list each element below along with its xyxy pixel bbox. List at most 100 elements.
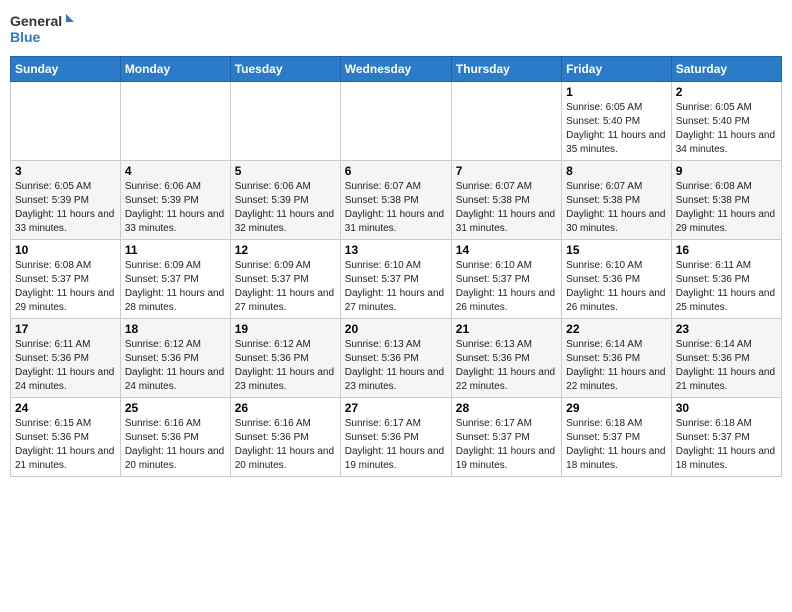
day-info: Sunrise: 6:14 AM Sunset: 5:36 PM Dayligh… <box>676 338 777 394</box>
calendar-cell: 29 Sunrise: 6:18 AM Sunset: 5:37 PM Dayli… <box>562 398 672 477</box>
day-info: Sunrise: 6:16 AM Sunset: 5:36 PM Dayligh… <box>235 417 336 473</box>
calendar-cell: 18Sunrise: 6:12 AM Sunset: 5:36 PM Dayli… <box>120 319 230 398</box>
day-info: Sunrise: 6:09 AM Sunset: 5:37 PM Dayligh… <box>235 259 336 315</box>
calendar-week-row: 24 Sunrise: 6:15 AM Sunset: 5:36 PM Dayli… <box>11 398 782 477</box>
day-number: 6 <box>345 164 447 178</box>
weekday-header: Thursday <box>451 57 561 82</box>
day-number: 3 <box>15 164 116 178</box>
day-info: Sunrise: 6:07 AM Sunset: 5:38 PM Dayligh… <box>566 180 667 236</box>
day-info: Sunrise: 6:09 AM Sunset: 5:37 PM Dayligh… <box>125 259 226 315</box>
day-number: 19 <box>235 322 336 336</box>
day-number: 17 <box>15 322 116 336</box>
day-info: Sunrise: 6:11 AM Sunset: 5:36 PM Dayligh… <box>15 338 116 394</box>
day-number: 5 <box>235 164 336 178</box>
calendar-cell: 11 Sunrise: 6:09 AM Sunset: 5:37 PM Dayli… <box>120 240 230 319</box>
logo-icon: GeneralBlue <box>10 10 80 50</box>
weekday-header: Friday <box>562 57 672 82</box>
day-number: 29 <box>566 401 667 415</box>
day-number: 2 <box>676 85 777 99</box>
calendar-cell: 10 Sunrise: 6:08 AM Sunset: 5:37 PM Dayli… <box>11 240 121 319</box>
calendar-cell: 13 Sunrise: 6:10 AM Sunset: 5:37 PM Dayli… <box>340 240 451 319</box>
day-info: Sunrise: 6:18 AM Sunset: 5:37 PM Dayligh… <box>566 417 667 473</box>
day-info: Sunrise: 6:07 AM Sunset: 5:38 PM Dayligh… <box>456 180 557 236</box>
weekday-header: Wednesday <box>340 57 451 82</box>
logo: GeneralBlue <box>10 10 80 50</box>
day-info: Sunrise: 6:16 AM Sunset: 5:36 PM Dayligh… <box>125 417 226 473</box>
calendar-week-row: 17 Sunrise: 6:11 AM Sunset: 5:36 PM Dayli… <box>11 319 782 398</box>
calendar-cell <box>451 82 561 161</box>
calendar-cell: 1Sunrise: 6:05 AM Sunset: 5:40 PM Daylig… <box>562 82 672 161</box>
weekday-header: Tuesday <box>230 57 340 82</box>
day-info: Sunrise: 6:06 AM Sunset: 5:39 PM Dayligh… <box>125 180 226 236</box>
calendar-cell: 19 Sunrise: 6:12 AM Sunset: 5:36 PM Dayli… <box>230 319 340 398</box>
weekday-header: Sunday <box>11 57 121 82</box>
calendar-cell: 2 Sunrise: 6:05 AM Sunset: 5:40 PM Daylig… <box>671 82 781 161</box>
day-info: Sunrise: 6:18 AM Sunset: 5:37 PM Dayligh… <box>676 417 777 473</box>
day-info: Sunrise: 6:05 AM Sunset: 5:39 PM Dayligh… <box>15 180 116 236</box>
calendar-cell: 5 Sunrise: 6:06 AM Sunset: 5:39 PM Daylig… <box>230 161 340 240</box>
day-number: 8 <box>566 164 667 178</box>
day-number: 28 <box>456 401 557 415</box>
calendar-week-row: 1 Sunrise: 6:05 AM Sunset: 5:40 PM Daylig… <box>11 82 782 161</box>
day-info: Sunrise: 6:07 AM Sunset: 5:38 PM Dayligh… <box>345 180 447 236</box>
calendar-cell: 26 Sunrise: 6:16 AM Sunset: 5:36 PM Dayli… <box>230 398 340 477</box>
calendar-cell: 24 Sunrise: 6:15 AM Sunset: 5:36 PM Dayli… <box>11 398 121 477</box>
day-number: 22 <box>566 322 667 336</box>
day-number: 1 <box>566 85 667 99</box>
calendar-cell: 9 Sunrise: 6:08 AM Sunset: 5:38 PM Daylig… <box>671 161 781 240</box>
day-number: 23 <box>676 322 777 336</box>
day-info: Sunrise: 6:15 AM Sunset: 5:36 PM Dayligh… <box>15 417 116 473</box>
calendar-cell: 25 Sunrise: 6:16 AM Sunset: 5:36 PM Dayli… <box>120 398 230 477</box>
day-number: 18 <box>125 322 226 336</box>
calendar-cell: 27 Sunrise: 6:17 AM Sunset: 5:36 PM Dayli… <box>340 398 451 477</box>
day-info: Sunrise: 6:08 AM Sunset: 5:38 PM Dayligh… <box>676 180 777 236</box>
day-number: 9 <box>676 164 777 178</box>
calendar-cell <box>120 82 230 161</box>
calendar-cell: 6 Sunrise: 6:07 AM Sunset: 5:38 PM Daylig… <box>340 161 451 240</box>
day-number: 4 <box>125 164 226 178</box>
day-number: 12 <box>235 243 336 257</box>
day-info: Sunrise: 6:17 AM Sunset: 5:37 PM Dayligh… <box>456 417 557 473</box>
day-info: Sunrise: 6:06 AM Sunset: 5:39 PM Dayligh… <box>235 180 336 236</box>
calendar-cell: 8 Sunrise: 6:07 AM Sunset: 5:38 PM Daylig… <box>562 161 672 240</box>
calendar-cell <box>11 82 121 161</box>
day-number: 26 <box>235 401 336 415</box>
day-info: Sunrise: 6:13 AM Sunset: 5:36 PM Dayligh… <box>345 338 447 394</box>
calendar-week-row: 3 Sunrise: 6:05 AM Sunset: 5:39 PM Daylig… <box>11 161 782 240</box>
day-number: 7 <box>456 164 557 178</box>
svg-text:Blue: Blue <box>10 29 41 45</box>
day-info: Sunrise: 6:11 AM Sunset: 5:36 PM Dayligh… <box>676 259 777 315</box>
calendar-cell <box>230 82 340 161</box>
day-info: Sunrise: 6:17 AM Sunset: 5:36 PM Dayligh… <box>345 417 447 473</box>
day-number: 10 <box>15 243 116 257</box>
calendar-cell: 20Sunrise: 6:13 AM Sunset: 5:36 PM Dayli… <box>340 319 451 398</box>
day-number: 25 <box>125 401 226 415</box>
calendar-cell: 3 Sunrise: 6:05 AM Sunset: 5:39 PM Daylig… <box>11 161 121 240</box>
calendar-cell: 30 Sunrise: 6:18 AM Sunset: 5:37 PM Dayli… <box>671 398 781 477</box>
day-info: Sunrise: 6:10 AM Sunset: 5:37 PM Dayligh… <box>345 259 447 315</box>
calendar-cell: 23 Sunrise: 6:14 AM Sunset: 5:36 PM Dayli… <box>671 319 781 398</box>
day-number: 30 <box>676 401 777 415</box>
day-info: Sunrise: 6:10 AM Sunset: 5:36 PM Dayligh… <box>566 259 667 315</box>
day-info: Sunrise: 6:12 AM Sunset: 5:36 PM Dayligh… <box>235 338 336 394</box>
day-info: Sunrise: 6:05 AM Sunset: 5:40 PM Dayligh… <box>676 101 777 157</box>
day-info: Sunrise: 6:13 AM Sunset: 5:36 PM Dayligh… <box>456 338 557 394</box>
calendar-cell: 28 Sunrise: 6:17 AM Sunset: 5:37 PM Dayli… <box>451 398 561 477</box>
day-info: Sunrise: 6:08 AM Sunset: 5:37 PM Dayligh… <box>15 259 116 315</box>
calendar-cell: 4 Sunrise: 6:06 AM Sunset: 5:39 PM Daylig… <box>120 161 230 240</box>
day-number: 24 <box>15 401 116 415</box>
calendar-cell: 21 Sunrise: 6:13 AM Sunset: 5:36 PM Dayli… <box>451 319 561 398</box>
calendar-cell: 16Sunrise: 6:11 AM Sunset: 5:36 PM Dayli… <box>671 240 781 319</box>
day-number: 15 <box>566 243 667 257</box>
calendar-table: SundayMondayTuesdayWednesdayThursdayFrid… <box>10 56 782 477</box>
day-number: 11 <box>125 243 226 257</box>
day-number: 14 <box>456 243 557 257</box>
calendar-cell <box>340 82 451 161</box>
day-info: Sunrise: 6:10 AM Sunset: 5:37 PM Dayligh… <box>456 259 557 315</box>
day-number: 27 <box>345 401 447 415</box>
calendar-cell: 12 Sunrise: 6:09 AM Sunset: 5:37 PM Dayli… <box>230 240 340 319</box>
day-number: 21 <box>456 322 557 336</box>
svg-text:General: General <box>10 13 62 29</box>
page-header: GeneralBlue <box>10 10 782 50</box>
day-number: 13 <box>345 243 447 257</box>
